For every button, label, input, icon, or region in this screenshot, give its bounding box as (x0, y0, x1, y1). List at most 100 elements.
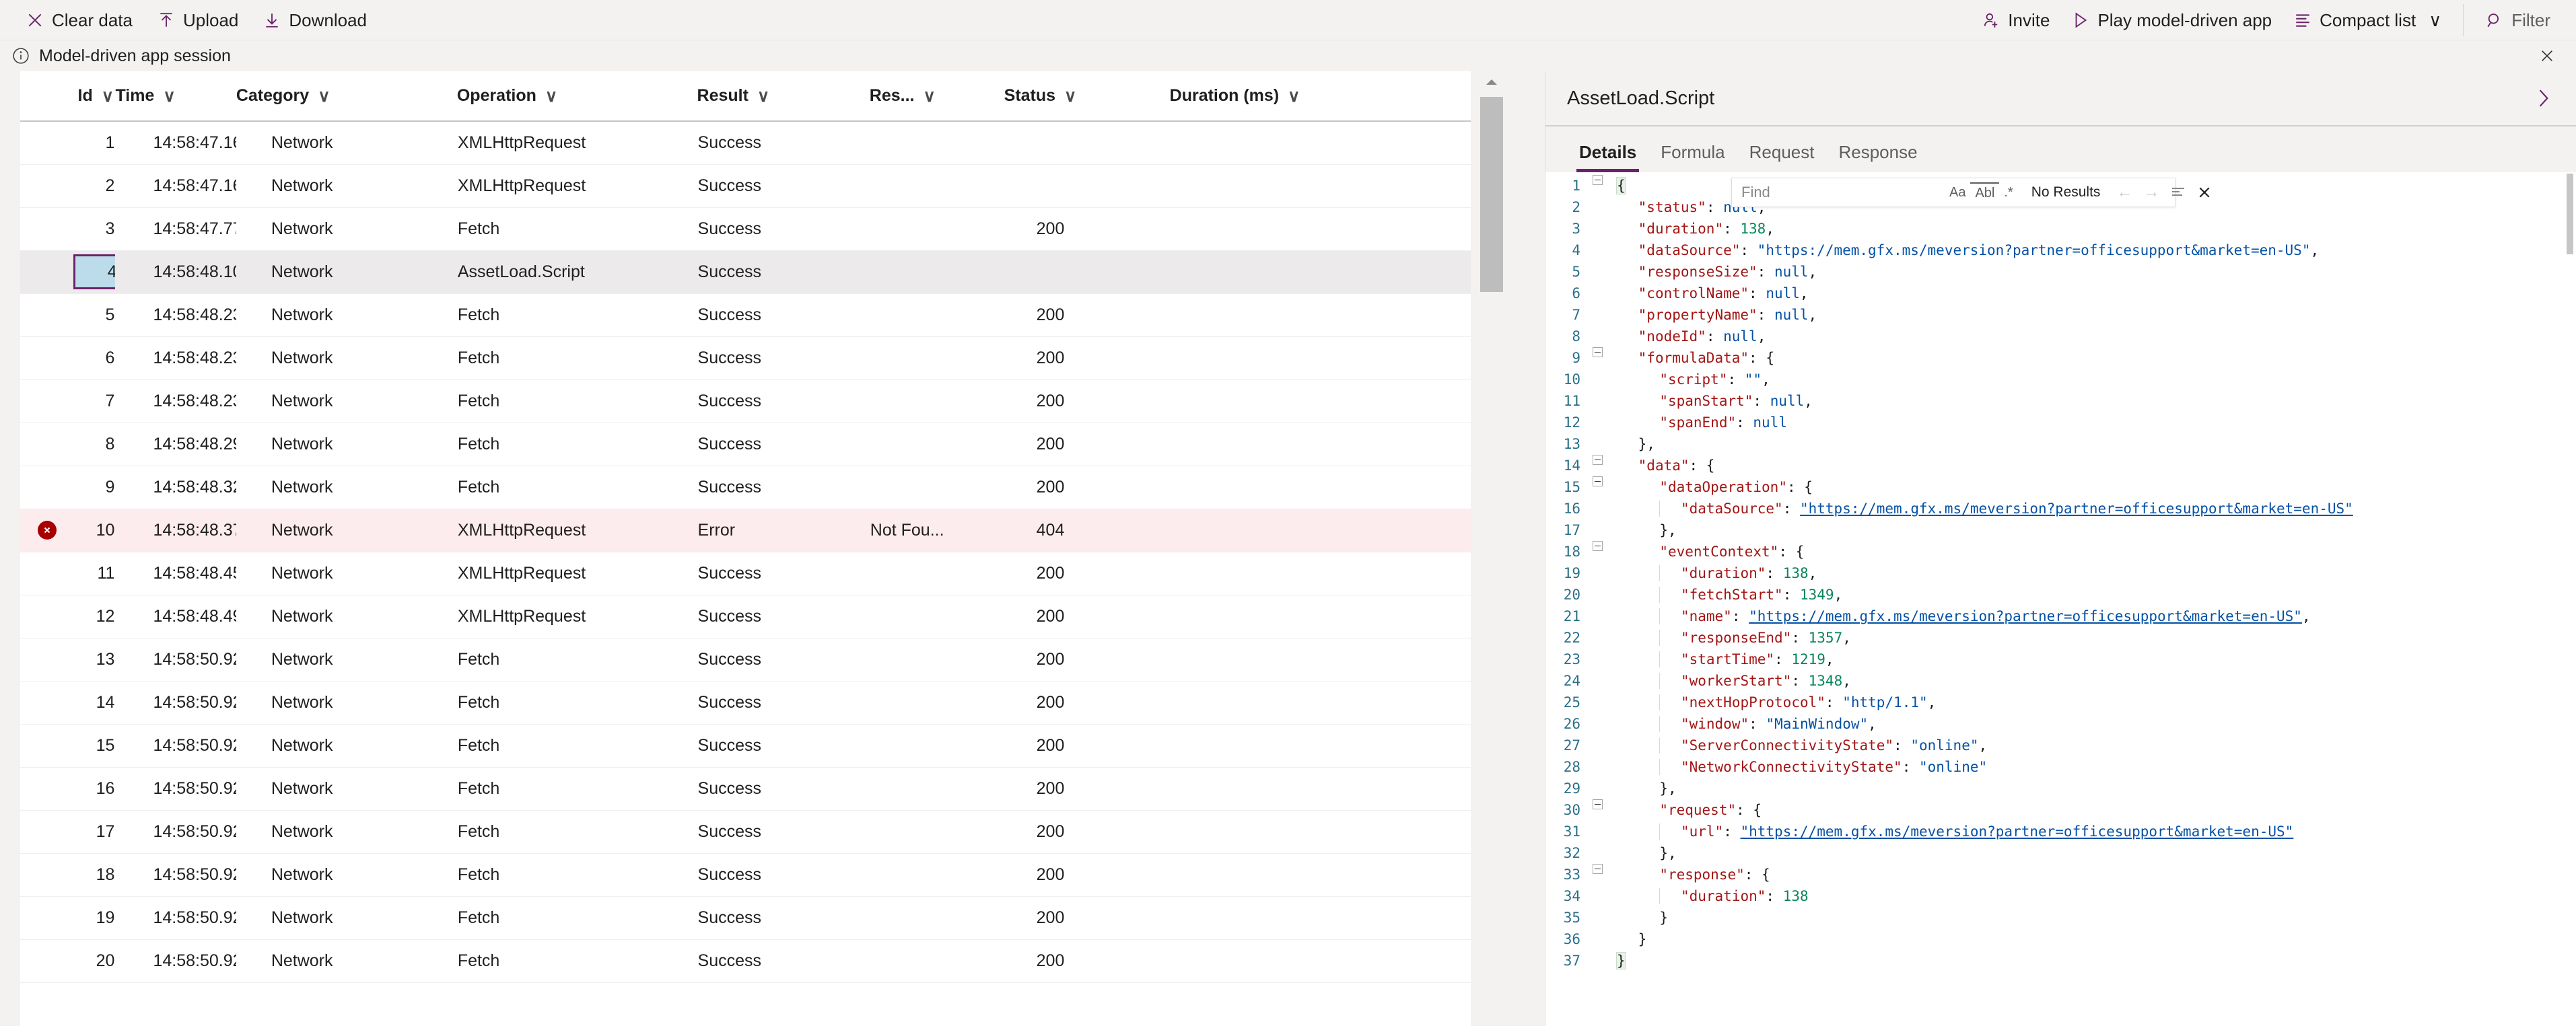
find-in-selection-icon[interactable] (2165, 186, 2192, 199)
cell-id[interactable]: 18 (63, 853, 116, 897)
table-row[interactable]: 714:58:48.236NetworkFetchSuccess 200 (20, 379, 1471, 423)
line-number: 26 (1563, 716, 1580, 732)
banner-close-icon[interactable] (2537, 46, 2557, 66)
regex-toggle[interactable]: .* (1999, 182, 2017, 203)
cell-duration (1169, 853, 1370, 897)
arrow-right-icon[interactable]: → (2138, 183, 2165, 202)
table-row[interactable]: 1614:58:50.925NetworkFetchSuccess 200 1,0 (20, 767, 1471, 811)
find-input[interactable] (1732, 178, 1945, 207)
json-scrollbar-thumb[interactable] (2567, 174, 2573, 254)
cell-id[interactable]: 9 (63, 466, 116, 509)
cell-id[interactable]: 12 (63, 595, 116, 638)
find-close-icon[interactable] (2192, 186, 2217, 199)
cell-operation: Fetch (456, 638, 697, 682)
column-header-category[interactable]: Category ∨ (236, 71, 457, 122)
table-row[interactable]: 1114:58:48.453NetworkXMLHttpRequestSucce… (20, 552, 1471, 595)
fold-toggle-icon[interactable] (1587, 799, 1607, 809)
fold-toggle-icon[interactable] (1587, 864, 1607, 874)
cell-duration (1169, 164, 1370, 208)
column-header-operation[interactable]: Operation ∨ (456, 71, 697, 122)
tab-response[interactable]: Response (1826, 142, 1929, 172)
chevron-right-icon[interactable] (2532, 86, 2556, 110)
column-header-result[interactable]: Result ∨ (697, 71, 870, 122)
table-row[interactable]: 314:58:47.771NetworkFetchSuccess 200 (20, 207, 1471, 251)
cell-id[interactable]: 3 (63, 207, 116, 251)
cell-duration (1169, 767, 1370, 811)
code-text: "controlName": null, (1638, 285, 1809, 301)
table-row[interactable]: 414:58:48.106NetworkAssetLoad.ScriptSucc… (20, 250, 1471, 294)
table-row[interactable]: 1814:58:50.926NetworkFetchSuccess 200 1 (20, 853, 1471, 897)
column-header-response-size[interactable]: Res... ∨ (869, 71, 1004, 122)
table-row[interactable]: 1414:58:50.922NetworkFetchSuccess 200 1 (20, 681, 1471, 725)
cell-id[interactable]: 16 (63, 767, 116, 811)
upload-button[interactable]: Upload (147, 4, 248, 36)
tab-formula-label: Formula (1661, 142, 1725, 162)
scrollbar-thumb[interactable] (1480, 97, 1503, 292)
match-case-toggle[interactable]: Aa (1945, 182, 1970, 203)
table-row[interactable]: 1514:58:50.924NetworkFetchSuccess 200 6 (20, 724, 1471, 768)
cell-id[interactable]: 20 (63, 939, 116, 983)
table-row[interactable]: 1014:58:48.378NetworkXMLHttpRequestError… (20, 509, 1471, 552)
json-code-content[interactable]: 1{2 "status": null, 3 "duration": 138, 4 "… (1545, 172, 2576, 1026)
cell-response-size (869, 595, 1004, 638)
download-button[interactable]: Download (253, 4, 376, 36)
arrow-left-icon[interactable]: ← (2111, 183, 2138, 202)
tab-request[interactable]: Request (1737, 142, 1827, 172)
json-scrollbar[interactable] (2564, 172, 2576, 1026)
table-row[interactable]: 814:58:48.296NetworkFetchSuccess 200 (20, 423, 1471, 466)
table-row[interactable]: 514:58:48.233NetworkFetchSuccess 200 1 (20, 293, 1471, 337)
cell-id[interactable]: 15 (63, 724, 116, 768)
cell-id[interactable]: 14 (63, 681, 116, 725)
fold-toggle-icon[interactable] (1587, 476, 1607, 486)
cell-time: 14:58:48.236 (115, 379, 236, 423)
fold-toggle-icon[interactable] (1587, 175, 1607, 185)
cell-id[interactable]: 2 (63, 164, 116, 208)
cell-id[interactable]: 19 (63, 896, 116, 940)
cell-time: 14:58:48.235 (115, 336, 236, 380)
column-header-status[interactable]: Status ∨ (1004, 71, 1170, 122)
cell-id[interactable]: 1 (63, 121, 116, 165)
cell-id[interactable]: 10 (63, 509, 116, 552)
json-viewer: Aa Abl .* No Results ← → 1{2 "status": n… (1545, 172, 2576, 1026)
table-row[interactable]: 1214:58:48.494NetworkXMLHttpRequestSucce… (20, 595, 1471, 638)
clear-data-button[interactable]: Clear data (16, 4, 142, 36)
fold-toggle-icon[interactable] (1587, 347, 1607, 357)
cell-duration (1169, 724, 1370, 768)
cell-id[interactable]: 17 (63, 810, 116, 854)
invite-button[interactable]: Invite (1972, 4, 2059, 36)
cell-id[interactable]: 6 (63, 336, 116, 380)
table-row[interactable]: 914:58:48.324NetworkFetchSuccess 200 (20, 466, 1471, 509)
scroll-up-arrow-icon[interactable] (1480, 71, 1503, 93)
column-header-id[interactable]: Id ∨ (63, 71, 116, 122)
cell-id[interactable]: 5 (63, 293, 116, 337)
table-row[interactable]: 1314:58:50.922NetworkFetchSuccess 200 3 (20, 638, 1471, 682)
cell-status: 200 (1004, 379, 1170, 423)
cell-id[interactable]: 11 (63, 552, 116, 595)
table-row[interactable]: 1914:58:50.927NetworkFetchSuccess 200 5 (20, 896, 1471, 940)
cell-id[interactable]: 7 (63, 379, 116, 423)
events-table-scrollbar[interactable] (1480, 71, 1503, 1026)
code-text: "nextHopProtocol": "http/1.1", (1617, 692, 2576, 713)
table-row[interactable]: 1714:58:50.925NetworkFetchSuccess 200 1 (20, 810, 1471, 854)
table-row[interactable]: 114:58:47.167NetworkXMLHttpRequestSucces… (20, 121, 1471, 165)
line-number: 2 (1572, 199, 1580, 215)
fold-toggle-icon[interactable] (1587, 455, 1607, 465)
table-row[interactable]: 214:58:47.167NetworkXMLHttpRequestSucces… (20, 164, 1471, 208)
tab-details[interactable]: Details (1567, 142, 1648, 172)
cell-id[interactable]: 4 (63, 250, 116, 294)
tab-formula[interactable]: Formula (1648, 142, 1737, 172)
play-model-driven-app-button[interactable]: Play model-driven app (2062, 4, 2281, 36)
line-number: 25 (1563, 694, 1580, 710)
column-header-duration[interactable]: Duration (ms) ∨ (1169, 71, 1370, 122)
compact-list-button[interactable]: Compact list ∨ (2284, 4, 2451, 36)
table-row[interactable]: 614:58:48.235NetworkFetchSuccess 200 (20, 336, 1471, 380)
selected-cell[interactable]: 4 (73, 254, 116, 289)
filter-button[interactable]: Filter (2476, 4, 2560, 36)
cell-id[interactable]: 8 (63, 423, 116, 466)
fold-toggle-icon[interactable] (1587, 541, 1607, 551)
whole-word-toggle[interactable]: Abl (1970, 182, 2000, 203)
column-header-time[interactable]: Time ∨ (115, 71, 236, 122)
table-row[interactable]: 2014:58:50.928NetworkFetchSuccess 200 (20, 939, 1471, 983)
line-number: 10 (1563, 371, 1580, 388)
cell-id[interactable]: 13 (63, 638, 116, 682)
